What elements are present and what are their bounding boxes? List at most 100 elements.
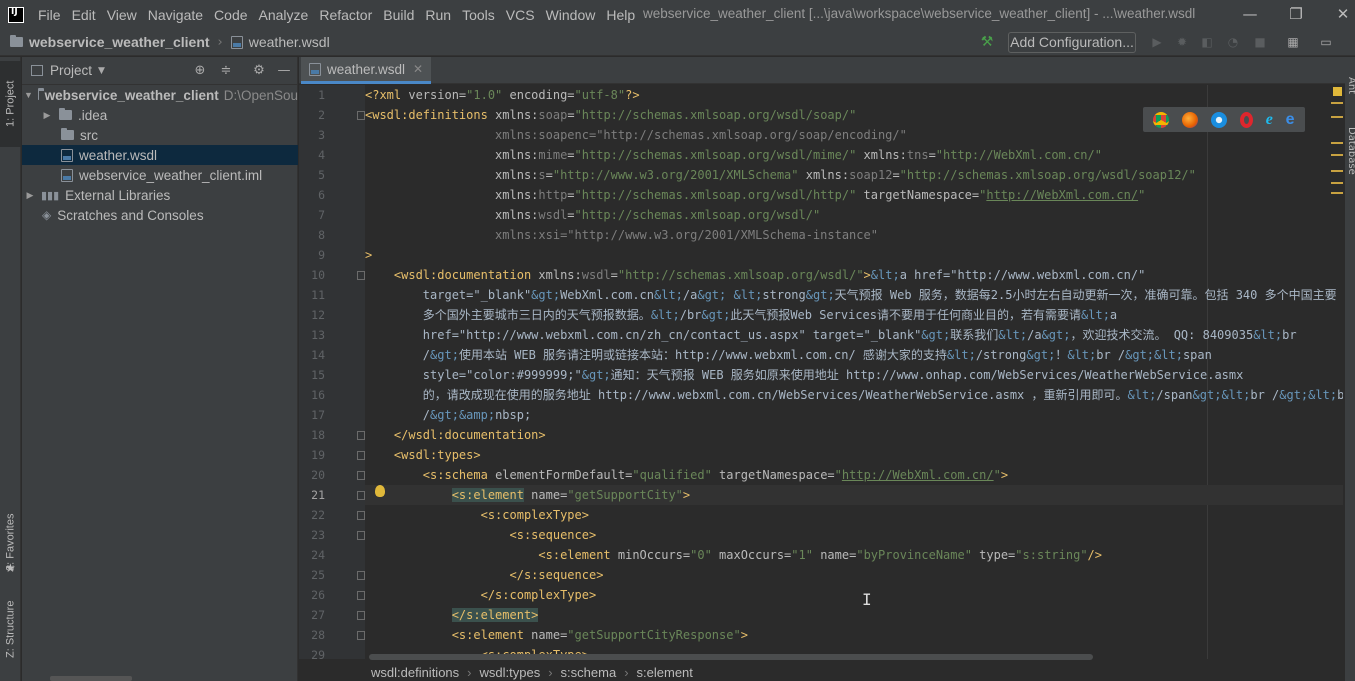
line-number[interactable]: 27 [299,608,325,622]
line-number[interactable]: 25 [299,568,325,582]
code-line[interactable]: 的，请改成现在使用的服务地址 http://www.webxml.com.cn/… [365,385,1343,405]
tree-item-idea[interactable]: ▶ .idea [22,105,298,125]
code-line[interactable]: xmlns:http="http://schemas.xmlsoap.org/w… [365,185,1343,205]
code-line[interactable]: /&gt;&amp;nbsp; [365,405,1343,425]
editor-tab-weather-wsdl[interactable]: weather.wsdl ✕ [301,57,432,84]
fold-marker-icon[interactable] [357,451,365,460]
fold-marker-icon[interactable] [357,511,365,520]
breadcrumb-project[interactable]: webservice_weather_client [10,34,210,50]
hide-panel-icon[interactable]: — [276,63,292,79]
fold-marker-icon[interactable] [357,591,365,600]
line-number[interactable]: 28 [299,628,325,642]
line-number[interactable]: 10 [299,268,325,282]
line-number[interactable]: 5 [299,168,325,182]
line-number[interactable]: 1 [299,88,325,102]
line-number[interactable]: 23 [299,528,325,542]
line-number[interactable]: 12 [299,308,325,322]
menu-vcs[interactable]: VCS [506,7,535,23]
stripe-mark[interactable] [1331,116,1343,118]
fold-marker-icon[interactable] [357,631,365,640]
code-line[interactable]: /&gt;使用本站 WEB 服务请注明或链接本站：http://www.webx… [365,345,1343,365]
line-number[interactable]: 2 [299,108,325,122]
line-number[interactable]: 4 [299,148,325,162]
add-configuration-button[interactable]: Add Configuration... [1008,32,1136,53]
line-number[interactable]: 26 [299,588,325,602]
line-number[interactable]: 8 [299,228,325,242]
line-number[interactable]: 24 [299,548,325,562]
menu-analyze[interactable]: Analyze [259,7,309,23]
warning-icon[interactable] [1333,87,1342,96]
error-stripe[interactable] [1331,85,1343,659]
menu-help[interactable]: Help [606,7,635,23]
menu-code[interactable]: Code [214,7,247,23]
expand-arrow-icon[interactable]: ▼ [24,90,33,100]
fold-marker-icon[interactable] [357,611,365,620]
code-line[interactable]: <s:complexType> [365,505,1343,525]
project-structure-icon[interactable]: ▦ [1286,35,1300,49]
lightbulb-icon[interactable] [375,485,385,497]
code-line[interactable]: </s:sequence> [365,565,1343,585]
code-line[interactable]: xmlns:mime="http://schemas.xmlsoap.org/w… [365,145,1343,165]
line-number[interactable]: 19 [299,448,325,462]
breadcrumb-s-schema[interactable]: s:schema [561,665,617,680]
editor-horizontal-scrollbar[interactable] [369,654,1093,660]
line-number[interactable]: 16 [299,388,325,402]
code-line[interactable]: xmlns:s="http://www.w3.org/2001/XMLSchem… [365,165,1343,185]
menu-build[interactable]: Build [383,7,414,23]
chrome-icon[interactable] [1153,111,1170,128]
profile-icon[interactable]: ◔ [1226,35,1240,49]
coverage-icon[interactable]: ◧ [1200,35,1214,49]
menu-view[interactable]: View [107,7,137,23]
code-line[interactable]: </s:element> [365,605,1343,625]
tree-item-src[interactable]: src [22,125,298,145]
line-number[interactable]: 20 [299,468,325,482]
ant-tool-tab[interactable]: Ant [1346,77,1355,94]
stripe-mark[interactable] [1331,192,1343,194]
line-number[interactable]: 29 [299,648,325,662]
code-line[interactable]: href="http://www.webxml.com.cn/zh_cn/con… [365,325,1343,345]
menu-navigate[interactable]: Navigate [148,7,203,23]
line-number[interactable]: 6 [299,188,325,202]
line-number[interactable]: 11 [299,288,325,302]
fold-marker-icon[interactable] [357,571,365,580]
line-number[interactable]: 22 [299,508,325,522]
stripe-mark[interactable] [1331,142,1343,144]
terminal-window-icon[interactable]: ▭ [1319,35,1333,49]
code-line[interactable]: </wsdl:documentation> [365,425,1343,445]
tree-item-iml[interactable]: webservice_weather_client.iml [22,165,298,185]
restore-button[interactable]: ❐ [1286,4,1306,24]
run-icon[interactable]: ▶ [1150,35,1164,49]
code-line[interactable]: </s:complexType> [365,585,1343,605]
code-line[interactable]: xmlns:wsdl="http://schemas.xmlsoap.org/w… [365,205,1343,225]
line-number[interactable]: 3 [299,128,325,142]
internet-explorer-icon[interactable]: e [1266,111,1273,129]
code-line[interactable]: <s:sequence> [365,525,1343,545]
stripe-mark[interactable] [1331,154,1343,156]
tree-item-external-libraries[interactable]: ▶ ▮▮▮ External Libraries [22,185,298,205]
breadcrumb-wsdl-types[interactable]: wsdl:types [480,665,541,680]
code-line[interactable]: <?xml version="1.0" encoding="utf-8"?> [365,85,1343,105]
close-tab-icon[interactable]: ✕ [413,62,423,76]
menu-file[interactable]: File [38,7,61,23]
tree-item-project-root[interactable]: ▼ webservice_weather_client D:\OpenSou [22,85,298,105]
tree-item-scratches[interactable]: ◈ Scratches and Consoles [22,205,298,225]
stripe-mark[interactable] [1331,170,1343,172]
fold-marker-icon[interactable] [357,431,365,440]
breadcrumb-wsdl-definitions[interactable]: wsdl:definitions [371,665,459,680]
build-hammer-icon[interactable]: ⚒ [980,35,994,49]
stop-icon[interactable]: ■ [1253,35,1267,49]
line-number[interactable]: 13 [299,328,325,342]
minimize-button[interactable]: — [1240,4,1260,24]
tree-item-weather-wsdl[interactable]: weather.wsdl [22,145,298,165]
edge-icon[interactable]: e [1286,111,1295,129]
code-line[interactable]: target="_blank"&gt;WebXml.com.cn&lt;/a&g… [365,285,1343,305]
fold-marker-icon[interactable] [357,111,365,120]
menu-window[interactable]: Window [546,7,596,23]
line-number[interactable]: 15 [299,368,325,382]
breadcrumb-file[interactable]: weather.wsdl [230,34,330,50]
menu-refactor[interactable]: Refactor [319,7,372,23]
debug-icon[interactable]: ✹ [1175,35,1189,49]
code-line[interactable]: <s:element minOccurs="0" maxOccurs="1" n… [365,545,1343,565]
stripe-mark[interactable] [1331,102,1343,104]
menu-edit[interactable]: Edit [72,7,96,23]
